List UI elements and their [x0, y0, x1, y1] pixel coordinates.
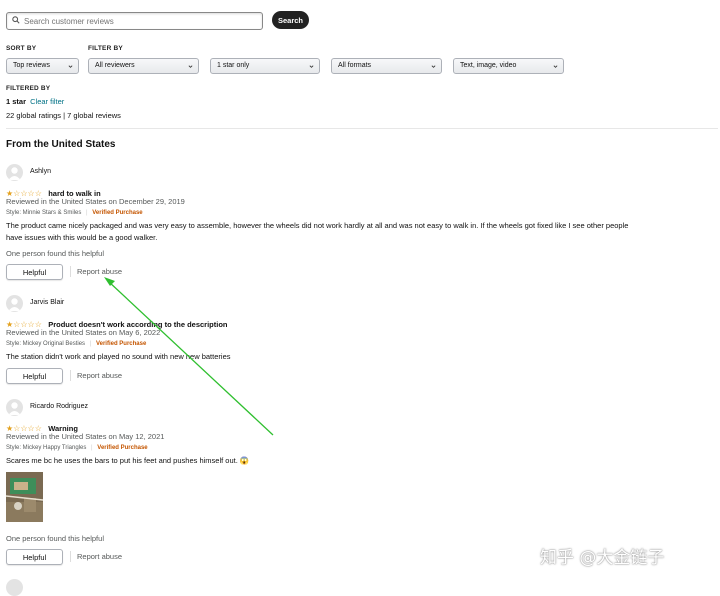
verified-badge: Verified Purchase — [95, 341, 147, 347]
helpful-count: One person found this helpful — [6, 534, 104, 543]
active-filter: 1 star Clear filter — [6, 97, 64, 106]
helpful-button[interactable]: Helpful — [6, 264, 63, 280]
annotation-arrow — [104, 277, 274, 436]
clear-filter-link[interactable]: Clear filter — [30, 97, 64, 106]
review-style: Style: Minnie Stars & Smiles | Verified … — [6, 210, 143, 216]
divider — [70, 551, 71, 562]
filter-by-label: FILTER BY — [88, 45, 123, 52]
reviewer-name: Ashlyn — [30, 168, 52, 175]
review-date: Reviewed in the United States on Decembe… — [6, 197, 185, 206]
helpful-count: One person found this helpful — [6, 249, 104, 258]
helpful-button[interactable]: Helpful — [6, 368, 63, 384]
avatar — [6, 164, 23, 181]
format-filter-value: All formats — [338, 62, 372, 69]
chevron-down-icon — [309, 65, 314, 68]
user-icon — [8, 402, 21, 415]
sort-dropdown[interactable]: Top reviews — [6, 58, 79, 74]
ratings-summary: 22 global ratings | 7 global reviews — [6, 111, 121, 120]
review-body: The product came nicely packaged and was… — [6, 221, 629, 242]
avatar — [6, 295, 23, 312]
filtered-by-label: FILTERED BY — [6, 85, 51, 92]
style-text[interactable]: Style: Minnie Stars & Smiles — [6, 210, 81, 216]
chevron-down-icon — [553, 65, 558, 68]
active-filter-value: 1 star — [6, 97, 27, 106]
search-box[interactable] — [6, 12, 263, 30]
search-button[interactable]: Search — [272, 11, 309, 29]
review-image[interactable] — [6, 472, 43, 522]
sort-dropdown-value: Top reviews — [13, 62, 50, 69]
media-filter-value: Text, image, video — [460, 62, 517, 69]
user-icon — [8, 298, 21, 311]
search-input[interactable] — [24, 13, 254, 29]
divider — [6, 128, 718, 129]
review-body: Scares me bc he uses the bars to put his… — [6, 456, 250, 465]
avatar — [6, 579, 23, 596]
report-abuse-link[interactable]: Report abuse — [77, 267, 122, 276]
verified-badge: Verified Purchase — [92, 210, 143, 216]
reviewer-filter-dropdown[interactable]: All reviewers — [88, 58, 199, 74]
section-title: From the United States — [6, 139, 116, 150]
review-date: Reviewed in the United States on May 6, … — [6, 328, 161, 337]
review-style: Style: Mickey Original Besties | Verifie… — [6, 341, 147, 347]
review-style: Style: Mickey Happy Triangles | Verified… — [6, 445, 148, 451]
user-icon — [8, 167, 21, 180]
reviewer-filter-value: All reviewers — [95, 62, 135, 69]
format-filter-dropdown[interactable]: All formats — [331, 58, 442, 74]
style-text[interactable]: Style: Mickey Happy Triangles — [6, 445, 86, 451]
chevron-down-icon — [68, 65, 73, 68]
chevron-down-icon — [188, 65, 193, 68]
reviewer-name: Jarvis Blair — [30, 299, 65, 306]
chevron-down-icon — [431, 65, 436, 68]
review-photo-icon — [6, 472, 43, 522]
report-abuse-link[interactable]: Report abuse — [77, 552, 122, 561]
report-abuse-link[interactable]: Report abuse — [77, 371, 122, 380]
avatar — [6, 399, 23, 416]
verified-badge: Verified Purchase — [97, 445, 148, 451]
watermark: 知乎 @大金链子 — [540, 548, 665, 568]
star-filter-value: 1 star only — [217, 62, 250, 69]
divider — [70, 266, 71, 277]
review-body: The station didn't work and played no so… — [6, 352, 231, 361]
search-icon — [12, 16, 20, 24]
media-filter-dropdown[interactable]: Text, image, video — [453, 58, 564, 74]
review-date: Reviewed in the United States on May 12,… — [6, 432, 165, 441]
helpful-button[interactable]: Helpful — [6, 549, 63, 565]
star-filter-dropdown[interactable]: 1 star only — [210, 58, 320, 74]
style-text[interactable]: Style: Mickey Original Besties — [6, 341, 85, 347]
divider — [70, 370, 71, 381]
sort-by-label: SORT BY — [6, 45, 37, 52]
reviewer-name: Ricardo Rodriguez — [30, 403, 88, 410]
